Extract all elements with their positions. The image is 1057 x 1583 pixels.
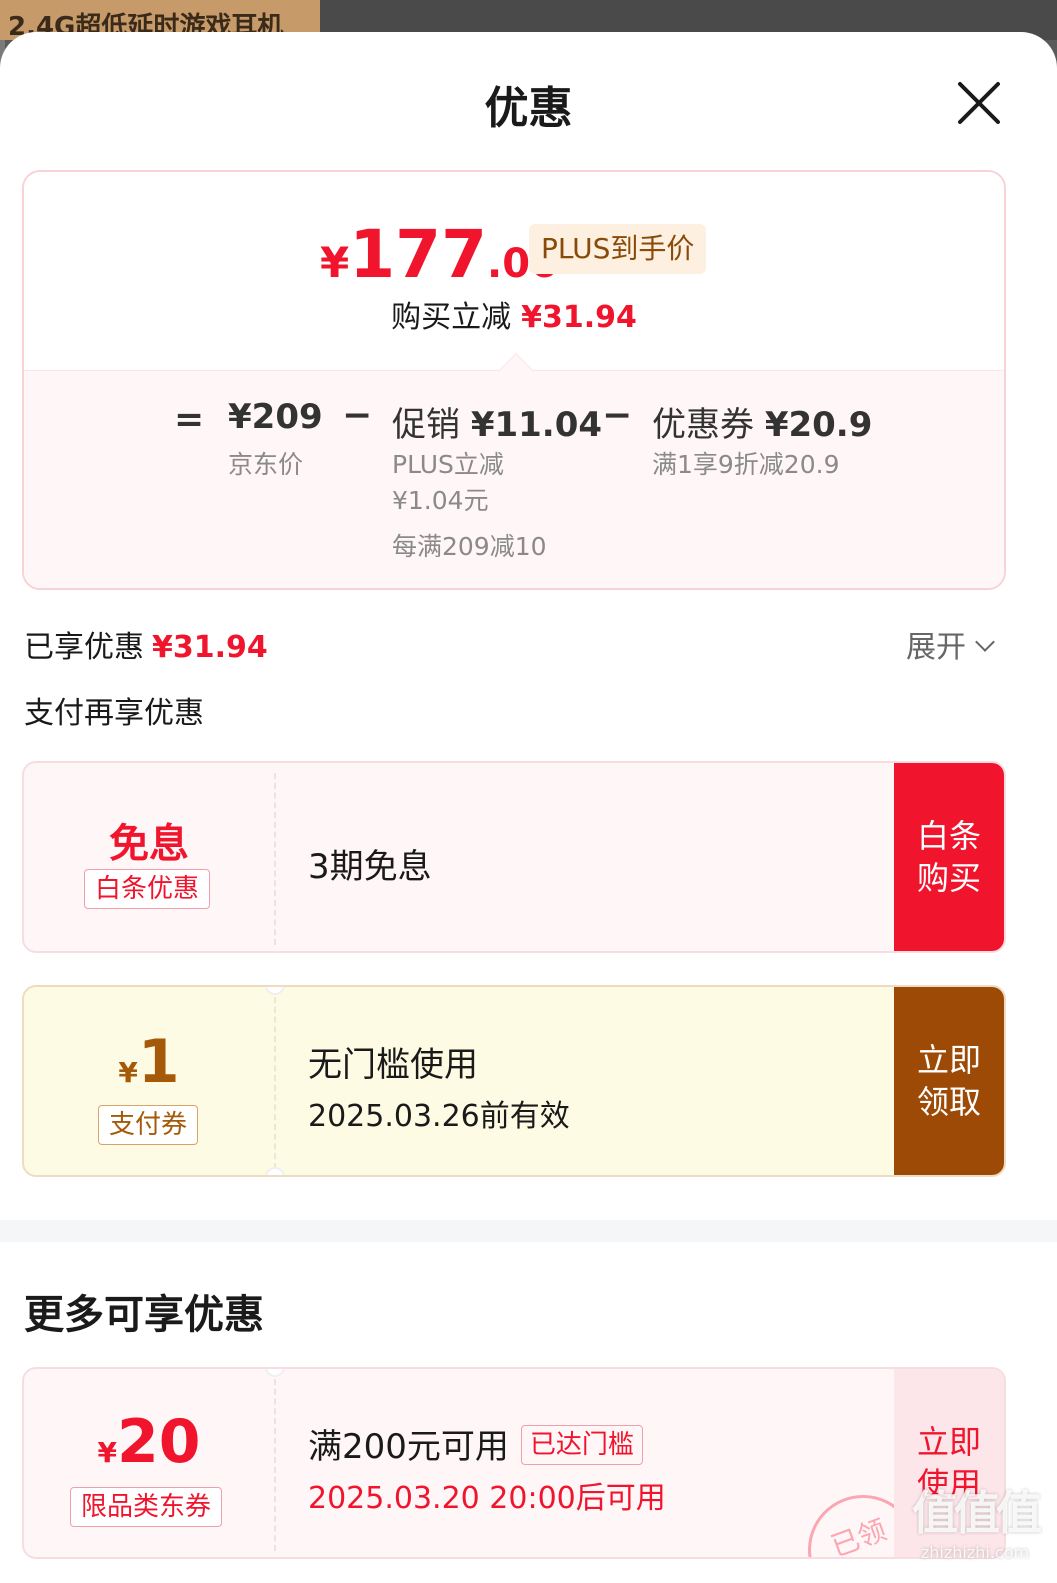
coupon-desc: 3期免息 — [308, 847, 432, 887]
coupon-amount: ¥20 — [24, 1407, 274, 1477]
currency-symbol: ¥ — [320, 238, 350, 287]
wm-char: 值 — [954, 1486, 1000, 1540]
expand-label: 展开 — [906, 630, 966, 665]
coupon-condition: 满200元可用 — [308, 1427, 509, 1467]
price-breakdown-card: ¥177.06 PLUS到手价 购买立减 ¥31.94 = ¥209 京东价 − … — [22, 170, 1006, 590]
interest-free-coupon: 免息 白条优惠 3期免息 白条购买 — [22, 761, 1006, 953]
pay-more-title: 支付再享优惠 — [24, 696, 204, 731]
close-icon[interactable] — [950, 74, 1008, 132]
minus-sign: − — [342, 395, 373, 436]
threshold-reached-badge: 已达门槛 — [520, 1424, 643, 1465]
enjoyed-discount: 已享优惠 ¥31.94 — [24, 622, 268, 666]
chevron-down-icon — [975, 632, 995, 652]
plus-price-badge: PLUS到手价 — [529, 224, 707, 274]
promo-amount: ¥11.04 — [470, 405, 603, 445]
price-formula: = ¥209 京东价 − 促销 ¥11.04 PLUS立减 ¥1.04元 每满2… — [24, 370, 1004, 588]
reduce-amount: ¥31.94 — [521, 300, 637, 335]
coupon-left: ¥1 支付券 — [24, 987, 274, 1175]
promo: 促销 ¥11.04 — [392, 397, 602, 446]
enjoyed-amount: ¥31.94 — [152, 630, 268, 665]
expand-button[interactable]: 展开 — [906, 622, 995, 666]
promo-label: 促销 — [392, 405, 460, 445]
coupon-amount-value: 20 — [116, 1407, 201, 1477]
ticket-notch — [265, 1167, 285, 1175]
reduce-label: 购买立减 — [391, 300, 512, 335]
watermark-text: zhizhizhi.com — [920, 1543, 1030, 1562]
jd-price-label: 京东价 — [228, 450, 304, 479]
enjoyed-label: 已享优惠 — [24, 630, 144, 665]
coupon-divider — [274, 773, 276, 945]
coupon: 优惠券 ¥20.9 — [652, 397, 872, 446]
coupon-left: ¥20 限品类东券 — [24, 1369, 274, 1557]
promo-sub-1: PLUS立减 — [392, 450, 504, 479]
coupon-divider — [274, 997, 276, 1169]
currency-symbol: ¥ — [97, 1436, 117, 1469]
equals-sign: = — [174, 399, 205, 440]
section-gap — [0, 1220, 1057, 1242]
coupon-tag: 支付券 — [98, 1105, 199, 1145]
final-price: ¥177.06 — [320, 216, 558, 293]
category-coupon: ¥20 限品类东券 满200元可用 已达门槛 2025.03.20 20:00后可… — [22, 1367, 1006, 1559]
action-label: 立即领取 — [916, 1041, 981, 1121]
coupon-amount: ¥20.9 — [764, 405, 873, 445]
coupon-tag: 白条优惠 — [84, 869, 211, 909]
more-discounts-title: 更多可享优惠 — [24, 1292, 264, 1338]
discount-sheet: 优惠 ¥177.06 PLUS到手价 购买立减 ¥31.94 = ¥209 京东价… — [0, 32, 1057, 1583]
coupon-sub: 满1享9折减20.9 — [652, 450, 840, 479]
sheet-title: 优惠 — [484, 83, 573, 134]
coupon-desc: 满200元可用 已达门槛 — [308, 1419, 643, 1469]
payment-coupon: ¥1 支付券 无门槛使用 2025.03.26前有效 立即领取 — [22, 985, 1006, 1177]
coupon-desc: 无门槛使用 — [308, 1045, 478, 1085]
coupon-big-text: 免息 — [109, 821, 189, 867]
promo-sub-3: 每满209减10 — [392, 532, 547, 561]
coupon-validity: 2025.03.26前有效 — [308, 1099, 570, 1134]
minus-sign: − — [602, 395, 633, 436]
price-integer: 177 — [349, 216, 488, 293]
promo-sub-2: ¥1.04元 — [392, 486, 489, 515]
watermark-logo: 值值值 — [900, 1477, 1050, 1543]
coupon-label: 优惠券 — [652, 405, 754, 445]
coupon-tag: 限品类东券 — [70, 1487, 223, 1527]
wm-char: 值 — [912, 1486, 958, 1540]
coupon-validity: 2025.03.20 20:00后可用 — [308, 1481, 666, 1516]
watermark: 值值值 zhizhizhi.com — [900, 1477, 1050, 1577]
jd-price-value: ¥209 — [228, 397, 323, 437]
baitiao-buy-button[interactable]: 白条购买 — [894, 763, 1004, 951]
jd-price: ¥209 — [228, 397, 323, 437]
currency-symbol: ¥ — [118, 1056, 138, 1089]
coupon-amount-value: 1 — [137, 1027, 180, 1097]
coupon-amount: ¥1 — [24, 1027, 274, 1097]
wm-char: 值 — [996, 1486, 1042, 1540]
action-label: 白条购买 — [916, 817, 981, 897]
claim-now-button[interactable]: 立即领取 — [894, 987, 1004, 1175]
price-summary: ¥177.06 PLUS到手价 购买立减 ¥31.94 — [24, 172, 1004, 370]
coupon-left: 免息 白条优惠 — [24, 763, 274, 951]
reduce-line: 购买立减 ¥31.94 — [24, 292, 1004, 336]
coupon-divider — [274, 1379, 276, 1551]
